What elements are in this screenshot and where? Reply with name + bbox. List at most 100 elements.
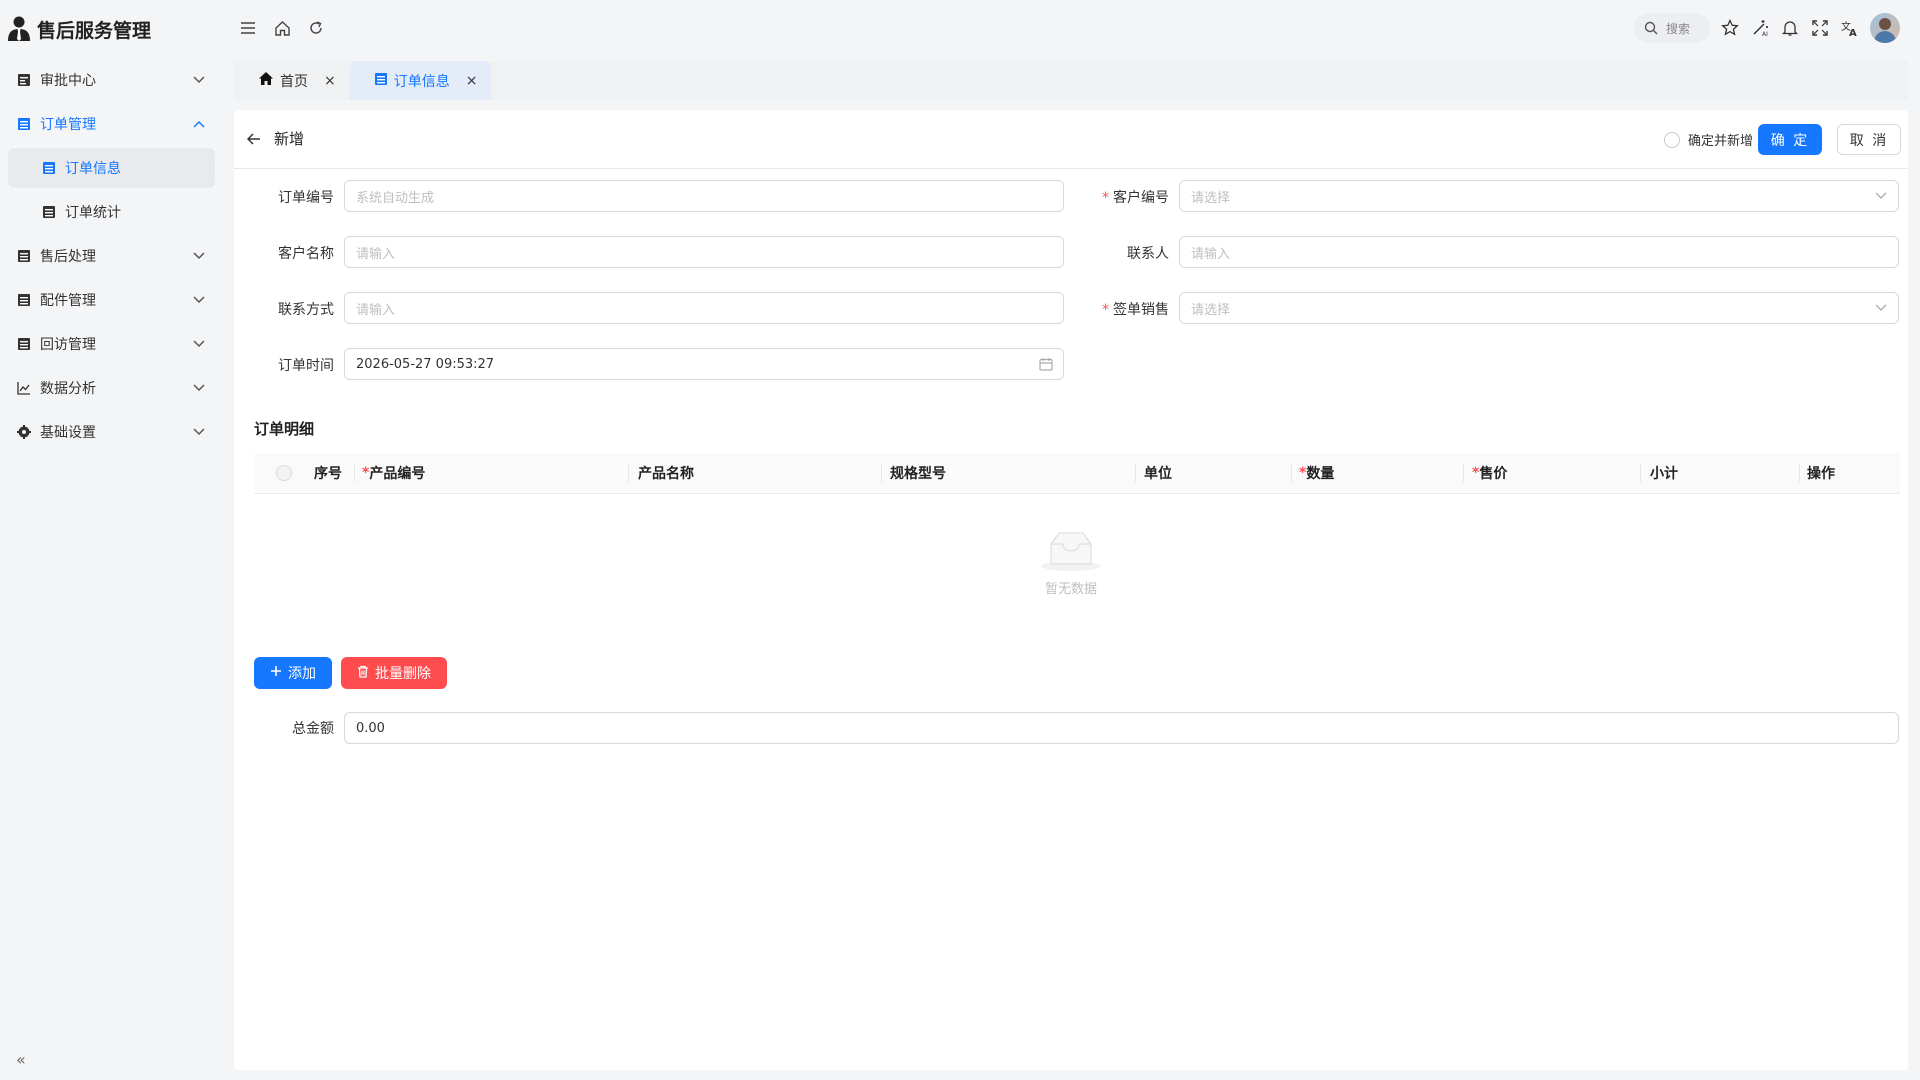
sidebar-item-label: 订单信息 xyxy=(65,161,121,177)
customer-no-select[interactable]: 请选择 xyxy=(1179,180,1899,212)
tab-home[interactable]: 首页 × xyxy=(234,61,350,100)
app-logo: 售后服务管理 xyxy=(7,14,151,44)
sidebar-item-data-analysis[interactable]: 数据分析 xyxy=(8,368,215,408)
confirm-button[interactable]: 确 定 xyxy=(1758,124,1822,155)
sidebar-item-order-info[interactable]: 订单信息 xyxy=(8,148,215,188)
order-no-input[interactable]: 系统自动生成 xyxy=(344,180,1064,212)
add-row-button[interactable]: 添加 xyxy=(254,657,332,689)
contact-method-label: 联系方式 xyxy=(278,302,334,318)
svg-text:A: A xyxy=(1849,28,1857,37)
chevron-down-icon xyxy=(191,248,207,264)
refresh-icon[interactable] xyxy=(306,18,326,38)
customer-name-input[interactable]: 请输入 xyxy=(344,236,1064,268)
required-mark: * xyxy=(1102,302,1109,318)
topbar-left xyxy=(238,18,326,38)
back-arrow-icon[interactable] xyxy=(244,129,264,149)
contact-placeholder: 请输入 xyxy=(1191,246,1231,262)
list-icon xyxy=(16,248,32,264)
sales-select[interactable]: 请选择 xyxy=(1179,292,1899,324)
close-icon[interactable]: × xyxy=(466,73,478,89)
avatar[interactable] xyxy=(1870,13,1900,43)
bell-icon[interactable] xyxy=(1780,18,1800,38)
sales-label: * 签单销售 xyxy=(1102,299,1169,319)
required-mark: * xyxy=(1299,465,1307,481)
order-time-picker[interactable]: 2026-05-27 09:53:27 xyxy=(344,348,1064,380)
column-label: 数量 xyxy=(1306,466,1335,482)
sidebar-item-follow-up[interactable]: 回访管理 xyxy=(8,324,215,364)
contact-input[interactable]: 请输入 xyxy=(1179,236,1899,268)
home-icon xyxy=(258,71,274,90)
magic-wand-icon[interactable]: AI xyxy=(1750,18,1770,38)
chevron-down-icon xyxy=(191,292,207,308)
column-divider xyxy=(1135,464,1136,482)
cancel-button[interactable]: 取 消 xyxy=(1837,124,1901,155)
column-header-quantity: * 数量 xyxy=(1299,453,1334,493)
menu-icon[interactable] xyxy=(238,18,258,38)
details-section-title: 订单明细 xyxy=(254,420,315,438)
sidebar-item-parts[interactable]: 配件管理 xyxy=(8,280,215,320)
close-icon[interactable]: × xyxy=(324,73,336,89)
translate-icon[interactable]: 文A xyxy=(1840,18,1860,38)
order-no-label: 订单编号 xyxy=(278,190,334,206)
customer-name-placeholder: 请输入 xyxy=(356,246,396,262)
sidebar-item-label: 订单管理 xyxy=(40,117,96,133)
sidebar-item-approval[interactable]: 审批中心 xyxy=(8,60,215,100)
order-time-label: 订单时间 xyxy=(278,358,334,374)
add-label: 添加 xyxy=(288,666,316,682)
empty-text: 暂无数据 xyxy=(1044,582,1097,597)
chevron-down-icon xyxy=(1874,189,1888,203)
star-icon[interactable] xyxy=(1720,18,1740,38)
list-icon xyxy=(41,160,57,176)
confirm-and-add-checkbox[interactable]: 确定并新增 xyxy=(1663,130,1753,149)
sidebar-item-after-sales[interactable]: 售后处理 xyxy=(8,236,215,276)
contact-method-placeholder: 请输入 xyxy=(356,302,396,318)
topbar-right: 搜索 AI 文A xyxy=(1634,13,1900,43)
user-tie-icon xyxy=(8,16,30,41)
sidebar-item-settings[interactable]: 基础设置 xyxy=(8,412,215,452)
column-label: 售价 xyxy=(1479,466,1508,482)
total-amount-value: 0.00 xyxy=(356,720,385,736)
form-card: 新增 确定并新增 确 定 取 消 订单编号 系统自动生成 * 客户编号 请选择 客… xyxy=(234,110,1908,1070)
column-header-unit: 单位 xyxy=(1144,453,1172,493)
chevron-down-icon xyxy=(191,424,207,440)
tab-order-info[interactable]: 订单信息 × xyxy=(349,61,492,100)
svg-text:AI: AI xyxy=(1762,31,1768,37)
column-header-product-name: 产品名称 xyxy=(638,453,694,493)
list-icon xyxy=(16,116,32,132)
tab-label: 首页 xyxy=(280,73,308,90)
sidebar-item-label: 配件管理 xyxy=(40,293,96,309)
contact-method-input[interactable]: 请输入 xyxy=(344,292,1064,324)
sidebar-item-order-management[interactable]: 订单管理 xyxy=(8,104,215,144)
confirm-and-add-label: 确定并新增 xyxy=(1687,134,1753,149)
chevron-down-icon xyxy=(191,380,207,396)
total-amount-input[interactable]: 0.00 xyxy=(344,712,1899,744)
sidebar-item-label: 数据分析 xyxy=(40,381,96,397)
checkbox-circle[interactable] xyxy=(1663,131,1680,148)
sidebar-item-label: 基础设置 xyxy=(40,425,96,441)
chevron-down-icon xyxy=(191,336,207,352)
customer-no-placeholder: 请选择 xyxy=(1191,190,1231,206)
collapse-sidebar-icon[interactable]: « xyxy=(16,1050,26,1069)
column-label: 单位 xyxy=(1144,466,1172,482)
batch-delete-button[interactable]: 批量删除 xyxy=(341,657,447,689)
column-divider xyxy=(1640,464,1641,482)
column-divider xyxy=(628,464,629,482)
home-icon[interactable] xyxy=(272,18,292,38)
card-header: 新增 确定并新增 确 定 取 消 xyxy=(234,110,1908,169)
select-all-checkbox[interactable] xyxy=(276,465,292,481)
search-input[interactable]: 搜索 xyxy=(1634,13,1710,43)
fullscreen-icon[interactable] xyxy=(1810,18,1830,38)
document-icon xyxy=(16,72,32,88)
line-chart-icon xyxy=(16,380,32,396)
list-icon xyxy=(16,292,32,308)
sales-label-text: 签单销售 xyxy=(1113,302,1169,318)
contact-label: 联系人 xyxy=(1127,246,1169,262)
column-divider xyxy=(881,464,882,482)
search-icon xyxy=(1644,21,1658,35)
customer-name-label: 客户名称 xyxy=(278,246,334,262)
column-label: 规格型号 xyxy=(890,466,946,482)
sidebar-item-order-stats[interactable]: 订单统计 xyxy=(8,192,215,232)
empty-inbox-icon xyxy=(1041,532,1101,571)
app-title: 售后服务管理 xyxy=(37,19,152,42)
column-label: 小计 xyxy=(1650,466,1678,482)
